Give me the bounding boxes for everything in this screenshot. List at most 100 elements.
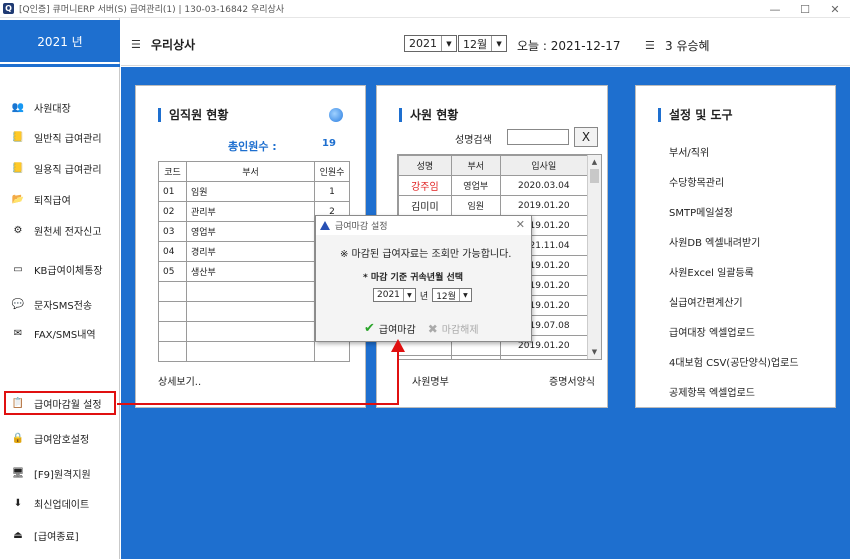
menu-icon[interactable]: ☰ <box>131 38 143 51</box>
table-cell: 04 <box>158 241 187 262</box>
close-window-button[interactable]: ✕ <box>820 0 850 18</box>
panel-title: 설정 및 도구 <box>658 106 733 123</box>
column-header[interactable]: 부서 <box>450 155 501 176</box>
sidebar-item[interactable]: 📒 일용직 급여관리 <box>0 156 120 180</box>
folder-icon: 📂 <box>11 193 25 205</box>
clipboard-icon: 📋 <box>11 397 25 409</box>
table-cell: 2019.01.20 <box>499 195 589 216</box>
release-close-button[interactable]: ✖ 마감해제 <box>428 321 479 337</box>
table-cell <box>158 341 187 362</box>
payroll-close-button[interactable]: ✔ 급여마감 <box>364 321 416 336</box>
chevron-down-icon[interactable]: ▼ <box>402 289 415 301</box>
warning-icon <box>320 221 330 230</box>
certificate-form-link[interactable]: 증명서양식 <box>549 373 595 388</box>
sidebar-item[interactable]: 👥 사원대장 <box>0 95 120 119</box>
scroll-thumb[interactable] <box>590 169 599 183</box>
sidebar-item[interactable]: 🔒 급여암호설정 <box>0 426 120 450</box>
sidebar-item-label: 일반직 급여관리 <box>34 133 102 145</box>
sidebar-item-label: [급여종료] <box>34 531 79 543</box>
column-header[interactable]: 부서 <box>186 161 315 182</box>
sidebar-item-label: 일용직 급여관리 <box>34 164 102 176</box>
column-header[interactable]: 입사일 <box>499 155 589 176</box>
sidebar-item-label: 급여암호설정 <box>34 434 90 446</box>
company-name: 우리상사 <box>151 38 196 52</box>
dialog-notice: ※ 마감된 급여자료는 조회만 가능합니다. <box>340 249 512 260</box>
dialog-close-icon[interactable]: ✕ <box>516 218 525 231</box>
dialog-year-value: 2021 <box>377 290 400 300</box>
table-row[interactable]: 신디생산부2019.01.20 <box>398 355 589 359</box>
dialog-month-select[interactable]: 12월 ▼ <box>432 288 472 302</box>
chevron-down-icon[interactable]: ▼ <box>441 36 456 51</box>
table-cell: 김미미 <box>398 195 452 216</box>
maximize-button[interactable]: ☐ <box>790 0 820 18</box>
title-bar-accent <box>658 107 661 122</box>
clear-search-button[interactable]: X <box>574 127 598 147</box>
settings-tools-title: 설정 및 도구 <box>669 108 733 122</box>
title-bar-accent <box>399 107 402 122</box>
refresh-icon[interactable] <box>329 108 343 122</box>
table-row[interactable]: 김미미 임원 2019.01.20 <box>398 195 589 216</box>
sidebar-divider <box>0 64 120 67</box>
gear-icon: ⚙ <box>13 224 23 236</box>
window-title: [Q인증] 큐머니ERP 서버(S) 급여관리(1) | 130-03-1684… <box>19 5 285 15</box>
sidebar-item[interactable]: ✉ FAX/SMS내역 <box>0 321 120 345</box>
tool-link[interactable]: 4대보험 CSV(공단양식)업로드 <box>669 346 799 376</box>
tool-link[interactable]: 부서/직위 <box>669 136 799 166</box>
user-label: ☰ 3 유승혜 <box>645 37 710 54</box>
table-cell: 2019.01.20 <box>499 355 589 359</box>
tools-list: 부서/직위 수당항목관리 SMTP메일설정 사원DB 엑셀내려받기 사원Excel 일괄… <box>669 136 799 406</box>
table-cell: 생산부 <box>186 261 315 282</box>
column-header[interactable]: 코드 <box>158 161 187 182</box>
sidebar-item[interactable]: ⬇ 최신업데이트 <box>0 491 120 515</box>
chevron-down-icon[interactable]: ▼ <box>458 289 471 301</box>
sidebar-item-label: 급여마감월 설정 <box>34 399 102 411</box>
table-cell <box>186 341 315 362</box>
chevron-down-icon[interactable]: ▼ <box>491 36 506 51</box>
sidebar-item-label: 최신업데이트 <box>34 499 90 511</box>
dialog-year-select[interactable]: 2021 ▼ <box>373 288 416 302</box>
detail-view-link[interactable]: 상세보기.. <box>158 373 201 388</box>
table-cell <box>158 281 187 302</box>
column-header[interactable]: 인원수 <box>314 161 350 182</box>
user-menu-icon[interactable]: ☰ <box>645 39 657 52</box>
vertical-scrollbar[interactable]: ▲ ▼ <box>587 155 601 359</box>
sidebar-item[interactable]: 📒 일반직 급여관리 <box>0 125 120 149</box>
title-bar: Q [Q인증] 큐머니ERP 서버(S) 급여관리(1) | 130-03-16… <box>0 0 850 18</box>
tool-link[interactable]: 실급여간편계산기 <box>669 286 799 316</box>
sidebar-item[interactable]: 🖥 [F9]원격지원 <box>0 461 120 485</box>
tool-link[interactable]: SMTP메일설정 <box>669 196 799 226</box>
table-row[interactable]: 강주임 영업부 2020.03.04 <box>398 175 589 196</box>
sidebar-item[interactable]: ⚙ 원천세 전자신고 <box>0 218 120 242</box>
tool-link[interactable]: 사원DB 엑셀내려받기 <box>669 226 799 256</box>
table-cell: 강주임 <box>398 175 452 196</box>
scroll-up-icon[interactable]: ▲ <box>588 155 601 169</box>
sidebar-item[interactable]: 📂 퇴직급여 <box>0 187 120 211</box>
minimize-button[interactable]: — <box>760 0 790 18</box>
table-cell: 신디 <box>398 355 452 359</box>
column-header[interactable]: 성명 <box>398 155 452 176</box>
year-button[interactable]: 2021 년 <box>0 20 120 62</box>
year-select[interactable]: 2021 ▼ <box>404 35 457 52</box>
sidebar-item[interactable]: ⏏ [급여종료] <box>0 523 120 547</box>
card-icon: ▭ <box>13 263 23 275</box>
chat-icon: 💬 <box>11 298 25 310</box>
tool-link[interactable]: 공제항목 엑셀업로드 <box>669 376 799 406</box>
tool-link[interactable]: 급여대장 엑셀업로드 <box>669 316 799 346</box>
dialog-title: 급여마감 설정 <box>335 222 388 232</box>
month-select[interactable]: 12월 ▼ <box>458 35 508 52</box>
sidebar-item[interactable]: ▭ KB급여이체통장 <box>0 257 120 281</box>
table-cell: 관리부 <box>186 201 315 222</box>
name-search-input[interactable] <box>507 129 569 145</box>
sidebar-item[interactable]: 📋 급여마감월 설정 <box>4 391 116 415</box>
tool-link[interactable]: 수당항목관리 <box>669 166 799 196</box>
month-select-value: 12월 <box>463 37 488 51</box>
lock-icon: 🔒 <box>11 432 25 444</box>
year-select-value: 2021 <box>409 37 437 50</box>
tool-link[interactable]: 사원Excel 일괄등록 <box>669 256 799 286</box>
calculator-icon: 📒 <box>11 162 25 174</box>
table-row[interactable]: 01 임원 1 <box>158 181 350 202</box>
name-search-label: 성명검색 <box>455 135 492 146</box>
employee-register-link[interactable]: 사원명부 <box>412 373 449 388</box>
scroll-down-icon[interactable]: ▼ <box>588 345 601 359</box>
sidebar-item[interactable]: 💬 문자SMS전송 <box>0 292 120 316</box>
